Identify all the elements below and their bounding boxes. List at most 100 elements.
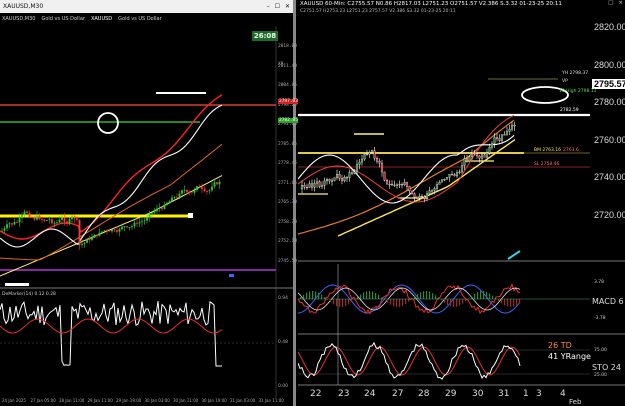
macd-hist-bar: [351, 299, 353, 303]
candle-body: [415, 197, 419, 199]
right-price-tick: 2780.00: [594, 97, 625, 107]
candle-body: [510, 124, 514, 130]
candle-body: [3, 228, 6, 231]
candle-body: [370, 150, 374, 153]
macd-hist-bar: [369, 291, 371, 299]
candle-body: [196, 186, 198, 191]
candle-body: [33, 217, 36, 220]
candle-body: [31, 217, 33, 218]
macd-hist-bar: [357, 296, 359, 299]
candle-body: [315, 181, 319, 184]
candle-body: [465, 158, 469, 162]
macd-hist-bar: [324, 296, 326, 299]
candle-body: [186, 189, 188, 192]
candle-body: [498, 137, 501, 141]
candle-body: [136, 222, 138, 224]
left-symbol-info: XAUUSD,M30 Gold vs US Dollar XAUUSD Gold…: [2, 14, 162, 24]
candle-body: [300, 185, 304, 190]
candle-body: [163, 204, 166, 209]
right-window-titlebar[interactable]: XAUUSD 60-Min: C2755.57 N0.86 H2817.03 L…: [298, 0, 625, 14]
candle-body: [101, 231, 103, 233]
candle-body: [375, 158, 379, 162]
macd-hist-bar: [429, 291, 431, 299]
candle-body: [126, 226, 128, 228]
candle-body: [56, 222, 58, 224]
macd-hist-bar: [363, 292, 365, 299]
left-window-titlebar[interactable]: XAUUSD,M30 – ☐ ✕: [0, 0, 293, 13]
candle-body: [63, 217, 66, 222]
yrange-label: 41 YRange: [548, 352, 591, 361]
candle-body: [48, 219, 51, 221]
last-price-tag: 2795.57: [592, 79, 625, 89]
right-date-tick: 29: [445, 389, 457, 399]
candle-body: [173, 196, 176, 198]
cyan-marker: [507, 250, 521, 260]
left-date-tick: 29 Jan 19:00: [116, 398, 142, 403]
macd-hist-bar: [303, 294, 305, 299]
candle-body: [433, 188, 436, 191]
vp-label: VP: [562, 79, 568, 84]
candle-body: [405, 182, 409, 187]
left-price-tick: 2818.00: [278, 44, 297, 49]
candle-body: [440, 179, 444, 183]
highlight-circle: [97, 112, 119, 134]
candle-body: [480, 154, 484, 159]
left-window-title: XAUUSD,M30: [3, 3, 44, 10]
macd-hist-bar: [516, 299, 518, 306]
right-chart-window[interactable]: XAUUSD 60-Min: C2755.57 N0.86 H2817.03 L…: [298, 0, 625, 406]
sto-axis-bottom: 25.00: [594, 373, 607, 378]
right-date-tick: 23: [338, 389, 350, 399]
candle-body: [428, 190, 431, 194]
close-icon[interactable]: ✕: [285, 3, 290, 10]
candle-body: [363, 154, 366, 160]
macd-hist-bar: [492, 295, 494, 299]
candle-body: [166, 202, 168, 205]
macd-hist-bar: [330, 299, 332, 303]
macd-hist-bar: [345, 299, 347, 306]
macd-label: MACD 6: [592, 297, 624, 306]
candle-body: [116, 230, 118, 232]
left-chart-window[interactable]: XAUUSD,M30 – ☐ ✕ XAUUSD,M30 Gold vs US D…: [0, 0, 299, 406]
demarker-tick: 0.48: [278, 340, 289, 345]
candle-body: [216, 182, 218, 185]
demarker-label: DeMarker(14) 0.12 0.28: [2, 292, 56, 297]
candle-body: [493, 137, 496, 144]
macd-hist-bar: [336, 299, 338, 307]
macd-hist-bar: [321, 294, 323, 299]
macd-hist-bar: [348, 299, 350, 305]
maximize-icon[interactable]: ☐: [275, 3, 280, 10]
close-icon[interactable]: ×: [618, 0, 623, 6]
left-symbol-desc: Gold vs US Dollar: [41, 16, 85, 22]
macd-hist-bar: [474, 293, 476, 299]
right-price-tick: 2720.00: [594, 209, 625, 220]
demarker-tick: 0.94: [278, 296, 289, 301]
candle-body: [313, 183, 316, 188]
left-price-chart[interactable]: [0, 26, 293, 401]
macd-hist-bar: [444, 299, 446, 303]
macd-hist-bar: [483, 291, 485, 299]
candle-body: [345, 177, 349, 179]
macd-hist-bar: [378, 294, 380, 299]
candle-body: [330, 180, 334, 182]
candle-body: [450, 174, 454, 176]
macd-hist-bar: [333, 299, 335, 305]
minimize-icon[interactable]: –: [267, 3, 270, 10]
candle-body: [128, 227, 131, 228]
yellow-line-handle: [188, 213, 193, 218]
left-date-tick: 30 Jan 19:00: [201, 398, 227, 403]
candle-body: [395, 184, 399, 186]
macd-hist-bar: [480, 291, 482, 299]
candle-body: [365, 153, 369, 156]
candle-body: [355, 164, 359, 172]
candle-body: [335, 174, 339, 178]
right-price-tick: 2740.00: [594, 172, 625, 182]
candle-body: [508, 129, 511, 132]
candle-body: [46, 220, 48, 222]
restore-icon[interactable]: □: [608, 0, 613, 6]
candle-body: [388, 183, 391, 186]
candle-body: [435, 184, 439, 189]
candle-body: [463, 158, 466, 166]
macd-hist-bar: [408, 299, 410, 302]
macd-hist-bar: [435, 295, 437, 299]
candle-body: [320, 185, 324, 187]
